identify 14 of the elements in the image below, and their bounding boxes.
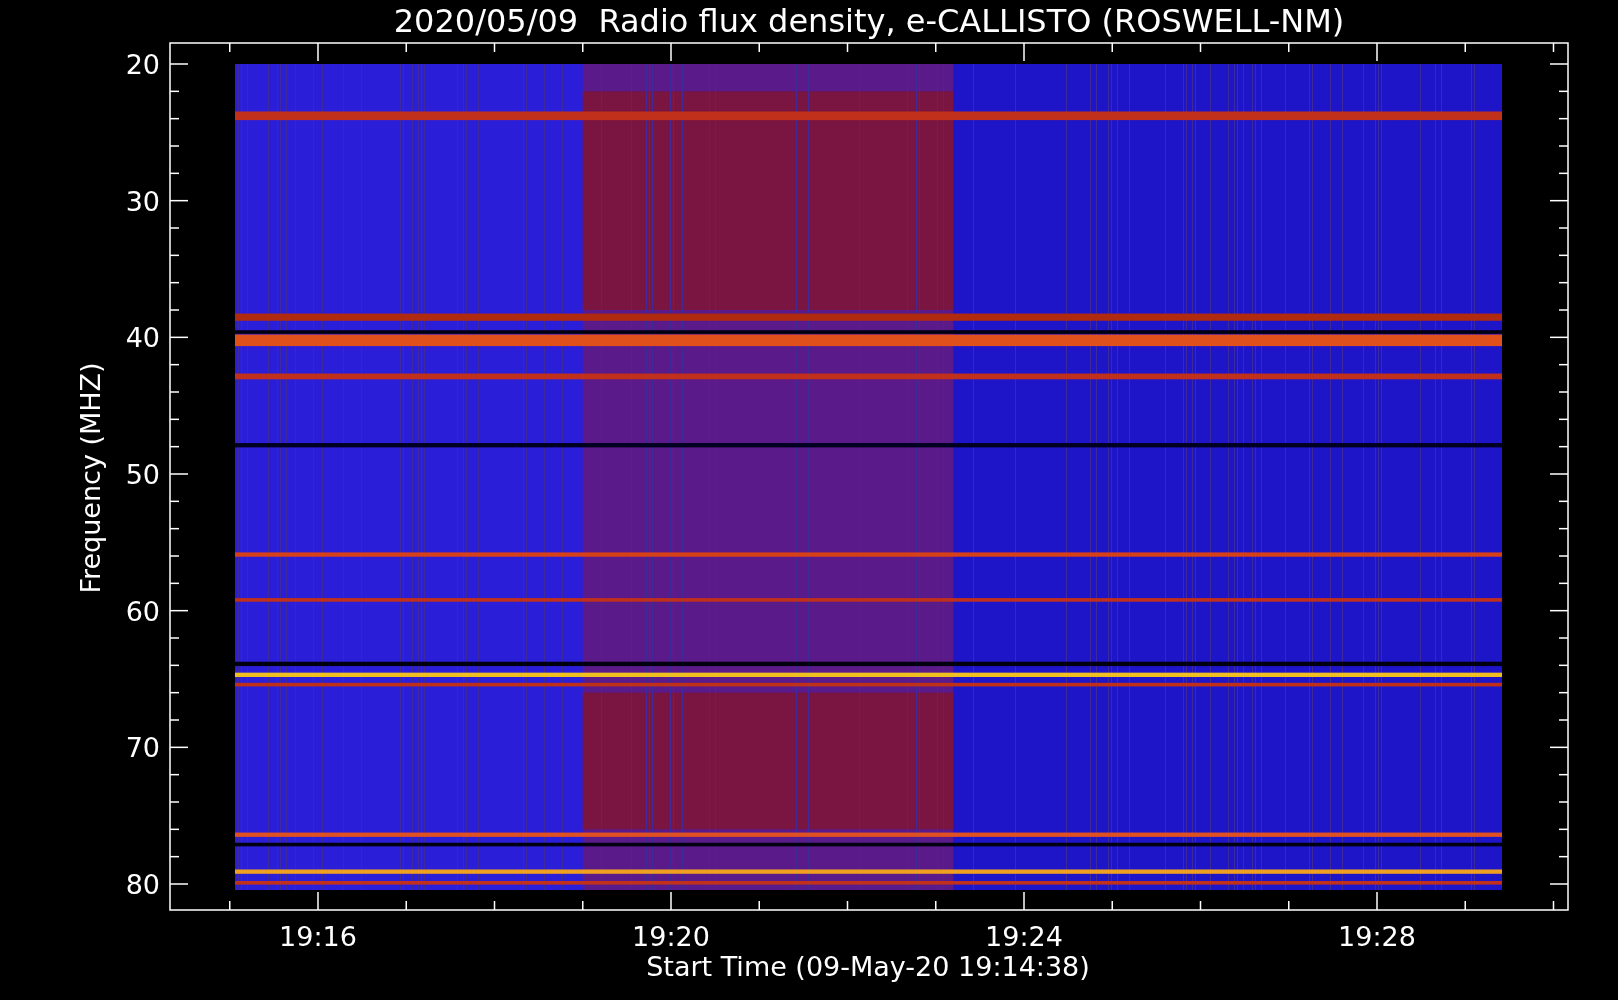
x-tick-label: 19:16 <box>279 921 357 952</box>
y-tick-label: 50 <box>125 459 160 490</box>
y-tick-label: 60 <box>125 595 160 627</box>
y-tick-label: 70 <box>125 732 160 764</box>
x-axis-label: Start Time (09-May-20 19:14:38) <box>646 951 1090 982</box>
x-tick-label: 19:28 <box>1338 921 1416 952</box>
x-tick-label: 19:24 <box>985 921 1063 952</box>
y-tick-label: 30 <box>125 185 160 217</box>
chart-title: 2020/05/09 Radio flux density, e-CALLISTO (ROSWELL-NM) <box>393 2 1345 40</box>
x-tick-label: 19:20 <box>632 921 710 952</box>
y-tick-label: 80 <box>125 869 160 900</box>
y-tick-label: 40 <box>125 322 160 354</box>
y-axis-label: Frequency (MHZ) <box>75 362 106 594</box>
y-tick-label: 20 <box>125 49 160 80</box>
